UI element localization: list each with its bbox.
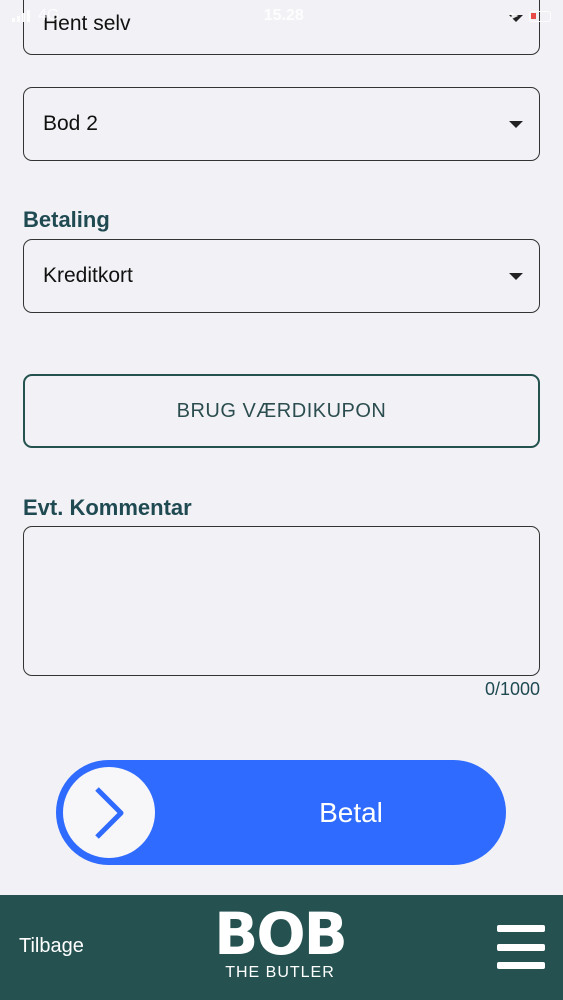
payment-label: Betaling — [23, 207, 110, 232]
payment-value: Kreditkort — [43, 264, 133, 287]
stall-select[interactable]: Bod 2 — [23, 87, 540, 161]
bottom-bar: Tilbage BOB THE BUTLER — [0, 895, 563, 1000]
hamburger-menu-icon[interactable] — [497, 925, 545, 969]
back-link[interactable]: Tilbage — [19, 935, 84, 958]
pay-slider[interactable]: Betal — [56, 760, 506, 865]
logo-mark: BOB — [214, 900, 348, 968]
logo: BOB THE BUTLER — [205, 905, 355, 995]
chevron-down-icon — [509, 273, 523, 280]
location-icon: ➤ — [508, 8, 519, 23]
payment-select[interactable]: Kreditkort — [23, 239, 540, 313]
comment-label: Evt. Kommentar — [23, 495, 192, 520]
chevron-right-icon — [95, 786, 124, 839]
use-coupon-button[interactable]: BRUG VÆRDIKUPON — [23, 374, 540, 448]
comment-field[interactable] — [23, 526, 540, 676]
chevron-down-icon — [509, 121, 523, 128]
status-left: 4G — [12, 7, 59, 25]
network-label: 4G — [38, 7, 60, 24]
pay-slider-handle[interactable] — [63, 767, 155, 858]
battery-icon — [528, 10, 551, 22]
signal-icon — [12, 10, 30, 22]
status-right: ➤ — [508, 8, 551, 24]
stall-value: Bod 2 — [43, 112, 98, 135]
status-bar: 4G 15.28 ➤ — [0, 0, 563, 32]
status-time: 15.28 — [263, 7, 304, 24]
comment-counter: 0/1000 — [484, 679, 540, 699]
pay-label: Betal — [319, 796, 383, 828]
logo-subtitle: THE BUTLER — [225, 964, 335, 981]
